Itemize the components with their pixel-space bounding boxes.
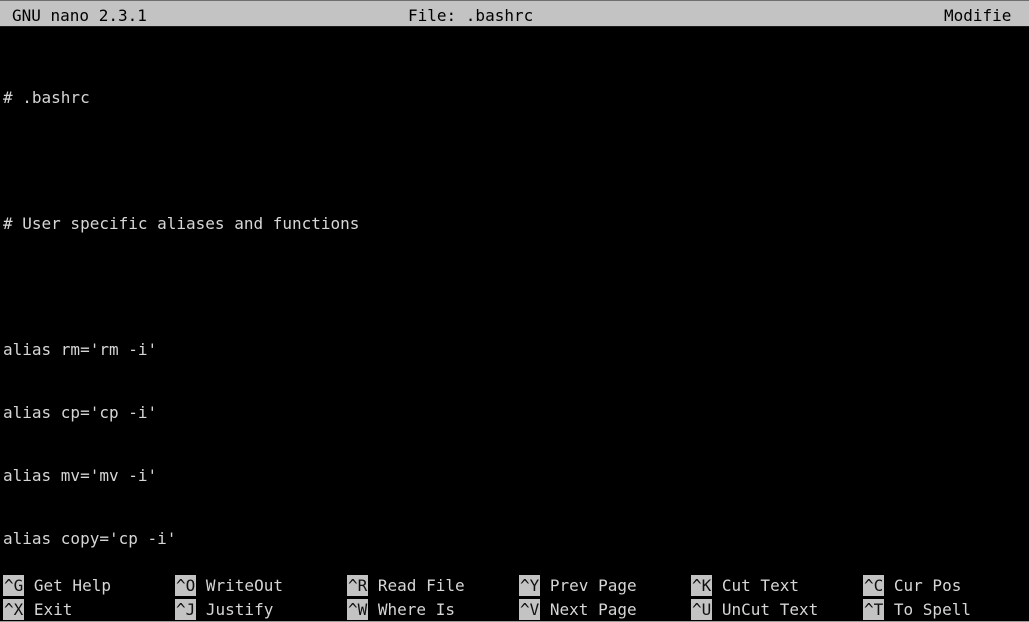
shortcut-where-is[interactable]: ^W Where Is [347, 599, 465, 620]
shortcut-exit[interactable]: ^X Exit [3, 599, 111, 620]
buffer-line[interactable]: alias cp='cp -i' [0, 402, 1029, 423]
shortcut-writeout[interactable]: ^O WriteOut [175, 575, 283, 596]
shortcut-key-badge: ^T [863, 599, 885, 620]
shortcut-next-page[interactable]: ^V Next Page [519, 599, 637, 620]
shortcut-label: Exit [24, 600, 73, 619]
editor-buffer[interactable]: # .bashrc # User specific aliases and fu… [0, 45, 1029, 555]
shortcut-label: Cur Pos [884, 576, 962, 595]
app-version-label: GNU nano 2.3.1 [12, 6, 147, 25]
shortcut-label: To Spell [884, 600, 971, 619]
shortcut-cut-text[interactable]: ^K Cut Text [691, 575, 818, 596]
current-file-label: File: .bashrc [408, 6, 534, 25]
shortcut-label: Where Is [368, 600, 455, 619]
shortcut-label: Cut Text [712, 576, 799, 595]
shortcut-label: Justify [196, 600, 274, 619]
shortcut-to-spell[interactable]: ^T To Spell [863, 599, 971, 620]
shortcut-column: ^O WriteOut ^J Justify [175, 572, 283, 622]
buffer-line[interactable]: alias mv='mv -i' [0, 465, 1029, 486]
shortcut-column: ^C Cur Pos ^T To Spell [863, 572, 971, 622]
shortcut-column: ^K Cut Text ^U UnCut Text [691, 572, 818, 622]
shortcut-get-help[interactable]: ^G Get Help [3, 575, 111, 596]
shortcut-key-badge: ^O [175, 575, 197, 596]
shortcut-cur-pos[interactable]: ^C Cur Pos [863, 575, 971, 596]
shortcut-label: WriteOut [196, 576, 283, 595]
buffer-line[interactable]: # User specific aliases and functions [0, 213, 1029, 234]
shortcut-label: Prev Page [540, 576, 637, 595]
shortcut-key-badge: ^K [691, 575, 713, 596]
shortcut-read-file[interactable]: ^R Read File [347, 575, 465, 596]
shortcut-key-badge: ^U [691, 599, 713, 620]
title-bar: GNU nano 2.3.1 File: .bashrc Modifie [0, 0, 1029, 27]
shortcut-label: UnCut Text [712, 600, 819, 619]
shortcut-key-badge: ^Y [519, 575, 541, 596]
shortcut-label: Next Page [540, 600, 637, 619]
shortcut-label: Get Help [24, 576, 111, 595]
buffer-line[interactable]: alias copy='cp -i' [0, 528, 1029, 549]
shortcut-key-badge: ^G [3, 575, 25, 596]
shortcut-key-badge: ^C [863, 575, 885, 596]
nano-terminal-window: GNU nano 2.3.1 File: .bashrc Modifie # .… [0, 0, 1029, 622]
shortcut-help-bar: ^G Get Help ^X Exit ^O WriteOut ^J Justi… [0, 572, 1029, 622]
shortcut-column: ^R Read File ^W Where Is [347, 572, 465, 622]
shortcut-key-badge: ^R [347, 575, 369, 596]
shortcut-column: ^Y Prev Page ^V Next Page [519, 572, 637, 622]
shortcut-label: Read File [368, 576, 465, 595]
shortcut-prev-page[interactable]: ^Y Prev Page [519, 575, 637, 596]
buffer-line[interactable] [0, 276, 1029, 297]
modified-status-label: Modifie [944, 6, 1012, 25]
buffer-line[interactable]: # .bashrc [0, 87, 1029, 108]
buffer-line[interactable]: alias rm='rm -i' [0, 339, 1029, 360]
buffer-line[interactable] [0, 150, 1029, 171]
shortcut-key-badge: ^W [347, 599, 369, 620]
shortcut-uncut-text[interactable]: ^U UnCut Text [691, 599, 818, 620]
shortcut-key-badge: ^V [519, 599, 541, 620]
shortcut-column: ^G Get Help ^X Exit [3, 572, 111, 622]
shortcut-key-badge: ^J [175, 599, 197, 620]
shortcut-justify[interactable]: ^J Justify [175, 599, 283, 620]
shortcut-key-badge: ^X [3, 599, 25, 620]
